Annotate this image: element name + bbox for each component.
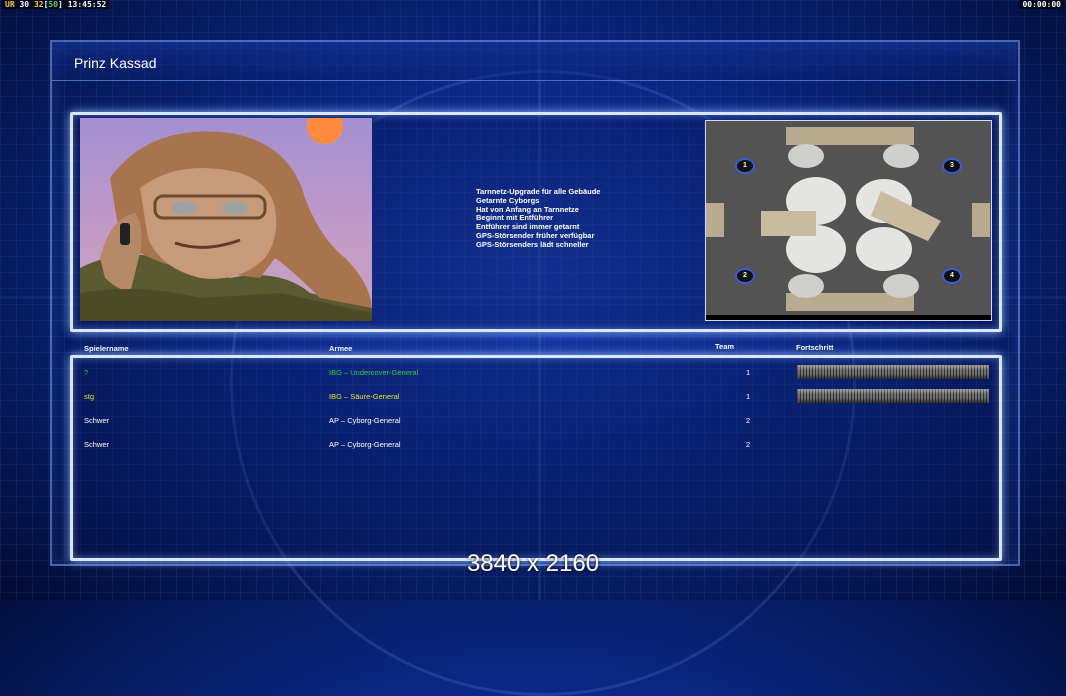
hud-value-32: 32 [33, 0, 44, 9]
player-name: Schwer [84, 440, 110, 449]
player-army: IBG – Undercover-General [329, 368, 419, 377]
start-position-marker: 3 [942, 158, 962, 174]
header-team: Team [715, 342, 735, 351]
progress-fill [797, 365, 989, 379]
player-progress-bar [797, 365, 989, 379]
player-name: ? [84, 368, 89, 377]
player-team: 2 [746, 416, 751, 425]
player-name: stg [84, 392, 95, 401]
player-name: Schwer [84, 416, 110, 425]
hud-prefix: UR [5, 0, 15, 9]
header-player-name: Spielername [84, 344, 129, 353]
hud-value-50: 50 [48, 0, 59, 9]
general-name: Prinz Kassad [74, 55, 157, 71]
header-army: Armee [329, 344, 353, 353]
hud-fps-clock: UR 30 32[50] 13:45:52 [2, 0, 110, 9]
player-row: Schwer AP – Cyborg-General 2 [0, 413, 1066, 427]
title-bar [52, 42, 1016, 81]
player-row: stg IBG – Säure-General 1 [0, 389, 1066, 403]
player-progress-bar [797, 389, 989, 403]
general-traits-list: Tarnnetz-Upgrade für alle Gebäude Getarn… [476, 187, 600, 250]
start-position-marker: 4 [942, 268, 962, 284]
hud-fps: 30 [19, 0, 30, 9]
player-row: ? IBG – Undercover-General 1 [0, 365, 1066, 379]
player-row: Schwer AP – Cyborg-General 2 [0, 437, 1066, 451]
player-team: 1 [746, 368, 751, 377]
hud-clock: 13:45:52 [67, 0, 107, 9]
start-position-marker: 1 [735, 158, 755, 174]
player-army: AP – Cyborg-General [329, 416, 401, 425]
resolution-label: 3840 x 2160 [466, 550, 600, 577]
start-position-marker: 2 [735, 268, 755, 284]
map-preview: 1 2 3 4 [705, 120, 992, 321]
player-team: 2 [746, 440, 751, 449]
general-portrait [80, 118, 372, 321]
progress-fill [797, 389, 989, 403]
header-progress: Fortschritt [796, 343, 834, 352]
player-army: IBG – Säure-General [329, 392, 400, 401]
trait-line: GPS-Störsenders lädt schneller [476, 239, 589, 249]
portrait-image [80, 118, 372, 321]
player-army: AP – Cyborg-General [329, 440, 401, 449]
player-team: 1 [746, 392, 751, 401]
hud-game-timer: 00:00:00 [1019, 0, 1064, 9]
players-panel [70, 355, 1002, 561]
